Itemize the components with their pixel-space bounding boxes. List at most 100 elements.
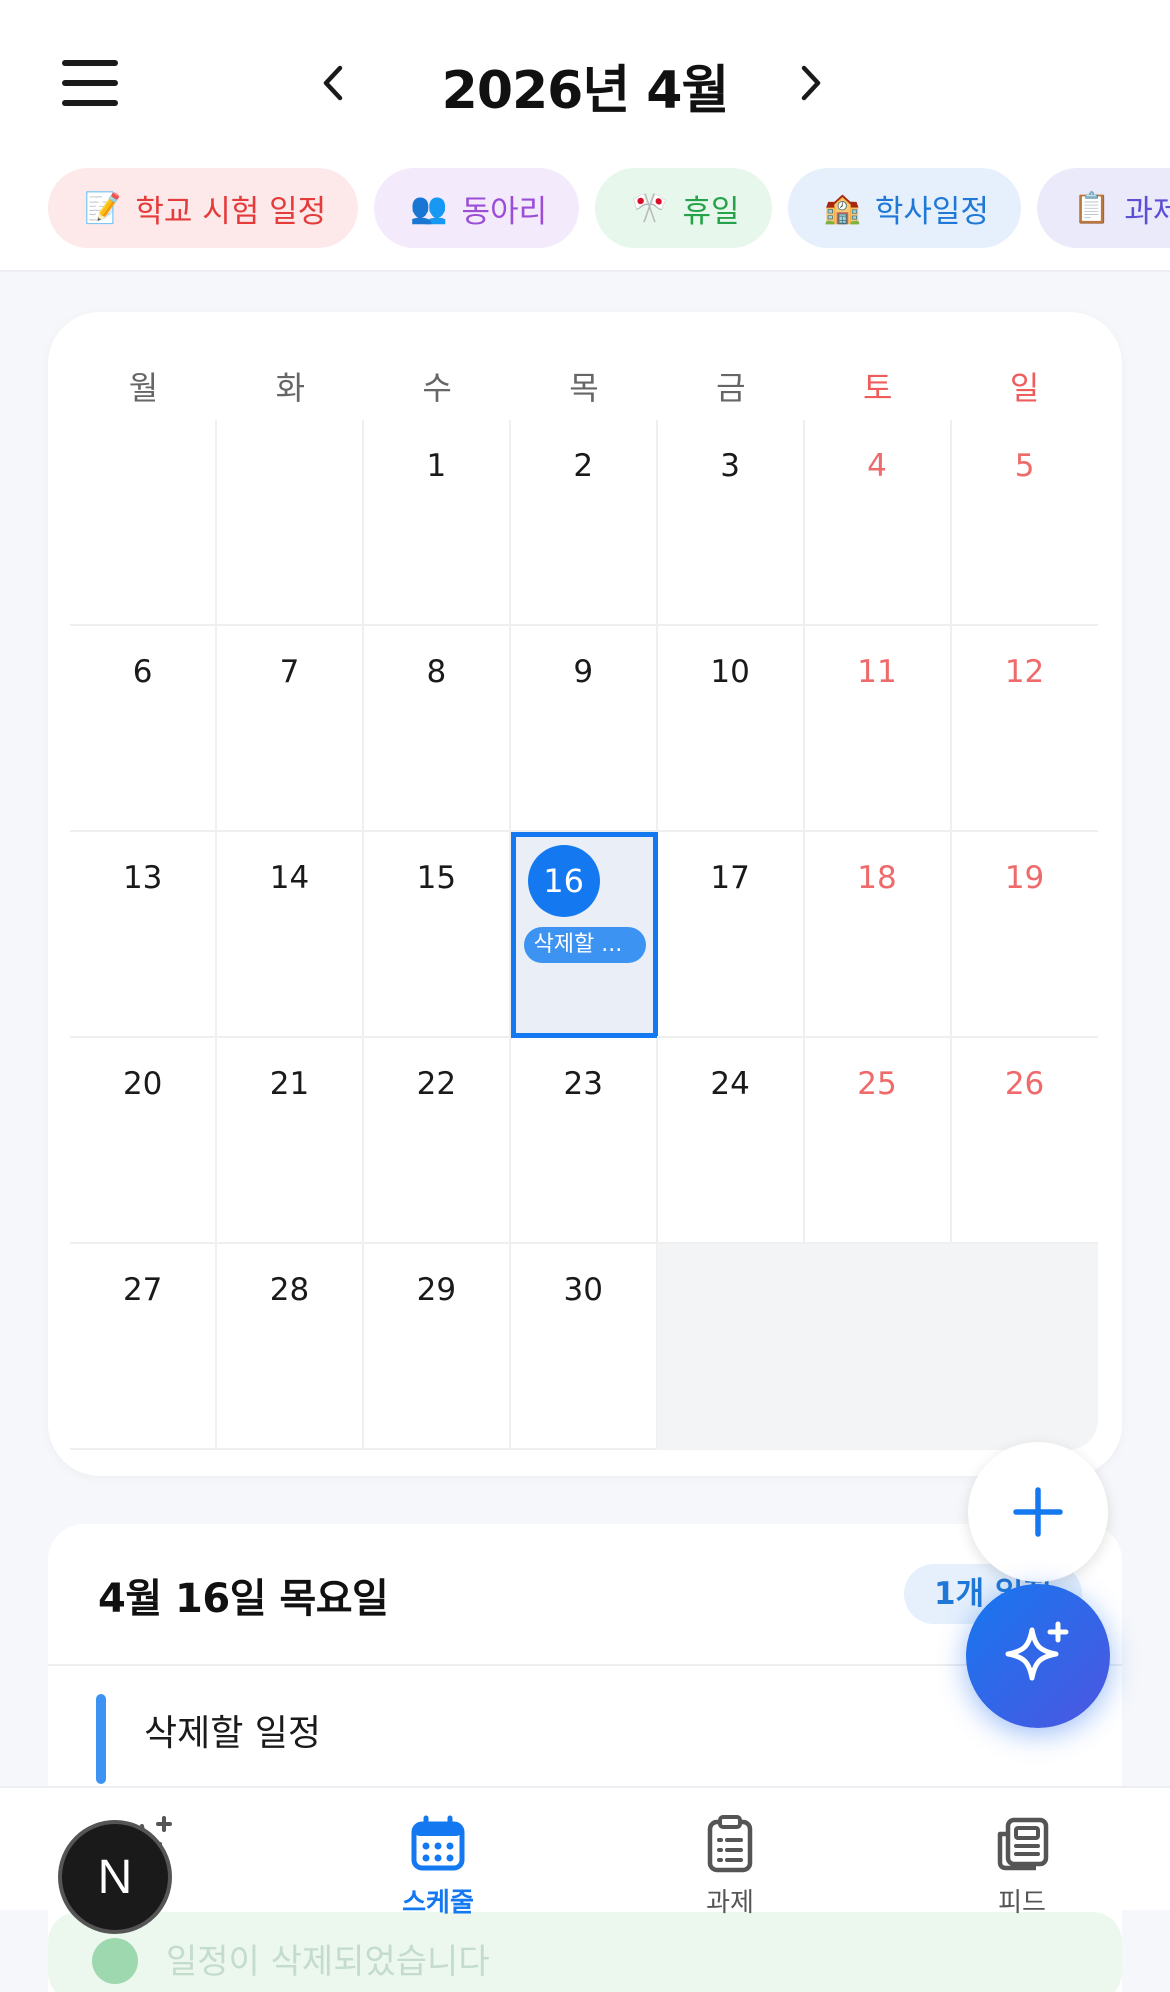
calendar-day-19[interactable]: 19	[951, 832, 1098, 1038]
calendar-event-pill[interactable]: 삭제할 ...	[523, 927, 646, 963]
calendar-day-30[interactable]: 30	[510, 1244, 658, 1450]
check-circle-icon	[92, 1938, 138, 1984]
calendar-day-empty	[804, 1244, 952, 1450]
calendar-card: 월 화 수 목 금 토 일 1 2 3 4 5 6 7 8 9 10 11 12 13 14 15 16 삭제할…	[48, 312, 1122, 1476]
calendar-day-8[interactable]: 8	[363, 626, 512, 832]
calendar-day-1[interactable]: 1	[363, 420, 512, 626]
weekday-mon: 월	[128, 369, 159, 407]
calendar-day-15[interactable]: 15	[363, 832, 512, 1038]
people-icon: 👥	[410, 190, 448, 226]
calendar-day-18[interactable]: 18	[804, 832, 952, 1038]
calendar-day-empty	[70, 420, 218, 626]
day-number: 19	[1004, 860, 1045, 896]
chip-school-exam[interactable]: 📝 학교 시험 일정	[48, 168, 359, 248]
app-header: 2026년 4월 📝 학교 시험 일정 👥 동아리 🎌 휴일 🏫 학사일정 📋 과제	[0, 0, 1170, 272]
school-icon: 🏫	[823, 190, 861, 226]
weekday-header: 월 화 수 목 금 토 일	[70, 352, 1098, 424]
tab-schedule[interactable]: 스케줄	[292, 1788, 584, 1918]
day-number: 23	[563, 1066, 603, 1102]
weekday-thu: 목	[569, 369, 599, 407]
plus-icon	[1013, 1487, 1063, 1537]
day-number: 5	[1014, 448, 1035, 484]
calendar-day-4[interactable]: 4	[804, 420, 952, 626]
calendar-day-22[interactable]: 22	[363, 1038, 512, 1244]
weekday-wed: 수	[422, 369, 452, 407]
day-number: 26	[1004, 1066, 1045, 1102]
month-title: 2026년 4월	[441, 61, 730, 121]
flags-icon: 🎌	[631, 190, 669, 226]
chip-holiday[interactable]: 🎌 휴일	[595, 168, 772, 248]
calendar-day-3[interactable]: 3	[657, 420, 805, 626]
chip-label: 학사일정	[874, 193, 989, 230]
calendar-day-empty	[951, 1244, 1098, 1450]
day-number: 30	[563, 1272, 603, 1308]
calendar-day-23[interactable]: 23	[510, 1038, 658, 1244]
day-number: 14	[269, 860, 310, 896]
dev-overlay-badge[interactable]: N	[58, 1820, 172, 1934]
sparkle-icon	[1005, 1621, 1069, 1681]
calendar-day-14[interactable]: 14	[216, 832, 365, 1038]
calendar-day-16[interactable]: 16 삭제할 ...	[510, 832, 658, 1038]
event-title: 삭제할 일정	[144, 1713, 322, 1754]
chip-club[interactable]: 👥 동아리	[374, 168, 580, 248]
toast-message: 일정이 삭제되었습니다	[166, 1942, 490, 1982]
calendar-day-empty	[216, 420, 365, 626]
calendar-grid: 1 2 3 4 5 6 7 8 9 10 11 12 13 14 15 16 삭제할 ... 17 18 19 20 21…	[70, 420, 1098, 1450]
calendar-day-11[interactable]: 11	[804, 626, 952, 832]
calendar-day-10[interactable]: 10	[657, 626, 805, 832]
day-number: 3	[720, 448, 740, 484]
calendar-day-2[interactable]: 2	[510, 420, 658, 626]
tab-feed[interactable]: 피드	[876, 1788, 1168, 1918]
tab-assignment[interactable]: 과제	[584, 1788, 876, 1918]
selected-day-number: 16	[527, 845, 600, 917]
day-number: 22	[416, 1066, 457, 1102]
day-number: 2	[573, 448, 594, 484]
chip-label: 휴일	[682, 193, 740, 230]
tab-label: 스케줄	[402, 1888, 474, 1918]
tab-label: 과제	[706, 1888, 754, 1918]
calendar-day-27[interactable]: 27	[70, 1244, 218, 1450]
toast-notification: 일정이 삭제되었습니다	[48, 1912, 1122, 1992]
calendar-day-25[interactable]: 25	[804, 1038, 952, 1244]
day-number: 15	[416, 860, 457, 896]
weekday-sat: 토	[863, 369, 893, 407]
day-number: 10	[710, 654, 750, 690]
clipboard-icon	[707, 1815, 753, 1873]
calendar-day-28[interactable]: 28	[216, 1244, 365, 1450]
calendar-day-12[interactable]: 12	[951, 626, 1098, 832]
calendar-day-29[interactable]: 29	[363, 1244, 512, 1450]
chevron-left-icon	[323, 65, 343, 101]
prev-month-button[interactable]	[308, 58, 358, 108]
calendar-day-empty	[657, 1244, 805, 1450]
chip-assignment[interactable]: 📋 과제	[1036, 168, 1170, 248]
day-number: 25	[857, 1066, 897, 1102]
calendar-day-5[interactable]: 5	[951, 420, 1098, 626]
day-number: 29	[416, 1272, 457, 1308]
selected-date-title: 4월 16일 목요일	[98, 1576, 389, 1622]
hamburger-menu-icon[interactable]	[62, 58, 118, 108]
calendar-day-13[interactable]: 13	[70, 832, 218, 1038]
weekday-fri: 금	[716, 369, 746, 407]
calendar-day-21[interactable]: 21	[216, 1038, 365, 1244]
next-month-button[interactable]	[786, 58, 836, 108]
calendar-day-9[interactable]: 9	[510, 626, 658, 832]
calendar-day-20[interactable]: 20	[70, 1038, 218, 1244]
day-number: 21	[269, 1066, 310, 1102]
calendar-day-26[interactable]: 26	[951, 1038, 1098, 1244]
calendar-day-6[interactable]: 6	[70, 626, 218, 832]
ai-assistant-button[interactable]	[966, 1584, 1110, 1728]
badge-letter: N	[97, 1850, 133, 1904]
bottom-tab-bar: AI 스케줄 과제 피드	[0, 1786, 1170, 1918]
add-event-button[interactable]	[968, 1442, 1108, 1582]
divider	[48, 1664, 1122, 1666]
calendar-day-17[interactable]: 17	[657, 832, 805, 1038]
calendar-day-24[interactable]: 24	[657, 1038, 805, 1244]
day-number: 28	[269, 1272, 310, 1308]
day-number: 4	[867, 448, 887, 484]
event-list-item[interactable]: 삭제할 일정	[48, 1694, 1122, 1784]
newspaper-icon	[997, 1817, 1049, 1871]
calendar-day-7[interactable]: 7	[216, 626, 365, 832]
chip-academic[interactable]: 🏫 학사일정	[787, 168, 1021, 248]
chip-label: 동아리	[461, 193, 548, 230]
day-number: 13	[122, 860, 163, 896]
